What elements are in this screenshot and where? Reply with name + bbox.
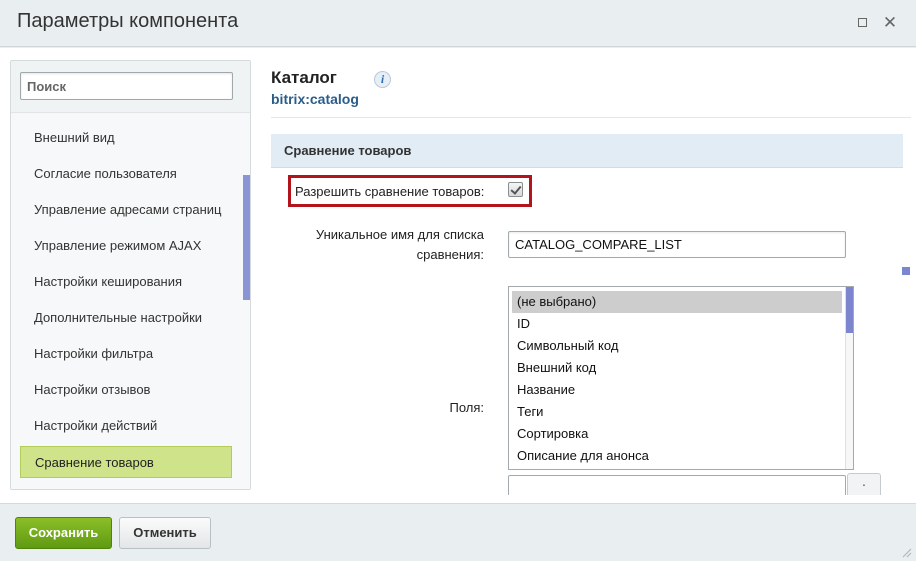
component-title: Каталог (271, 68, 337, 87)
close-icon[interactable]: ✕ (880, 13, 900, 33)
sidebar: Внешний вид Согласие пользователя Управл… (10, 60, 251, 490)
sidebar-item-url-management[interactable]: Управление адресами страниц (20, 194, 232, 226)
allow-compare-label: Разрешить сравнение товаров: (295, 184, 485, 199)
resize-grip-icon[interactable] (900, 546, 912, 558)
cancel-button[interactable]: Отменить (119, 517, 211, 549)
listbox-scrollbar[interactable] (846, 287, 853, 333)
sidebar-item-user-consent[interactable]: Согласие пользователя (20, 158, 232, 190)
sidebar-item-filter[interactable]: Настройки фильтра (20, 338, 232, 370)
sidebar-nav: Внешний вид Согласие пользователя Управл… (11, 114, 250, 489)
next-field-input[interactable] (508, 475, 846, 495)
sidebar-item-ajax-mode[interactable]: Управление режимом AJAX (20, 230, 232, 262)
fields-listbox[interactable]: (не выбрано) ID Символьный код Внешний к… (508, 286, 854, 470)
component-code: bitrix:catalog (271, 91, 359, 107)
sidebar-item-caching[interactable]: Настройки кеширования (20, 266, 232, 298)
sidebar-item-actions[interactable]: Настройки действий (20, 410, 232, 442)
search-input[interactable] (20, 72, 233, 100)
unique-name-label-line2: сравнения: (416, 247, 484, 262)
list-item[interactable]: Описание для анонса (512, 445, 842, 467)
fields-label: Поля: (449, 400, 484, 415)
allow-compare-row: Разрешить сравнение товаров: (288, 175, 532, 207)
sidebar-item-compare[interactable]: Сравнение товаров (20, 446, 232, 478)
sidebar-item-appearance[interactable]: Внешний вид (20, 122, 232, 154)
list-item[interactable]: Название (512, 379, 842, 401)
section-title: Сравнение товаров (271, 134, 903, 168)
sidebar-scrollbar[interactable] (243, 175, 250, 300)
list-item[interactable]: Теги (512, 401, 842, 423)
main-panel: Каталог i bitrix:catalog Сравнение товар… (271, 48, 911, 503)
maximize-icon[interactable] (852, 13, 872, 33)
list-item[interactable]: Символьный код (512, 335, 842, 357)
title-bar: Параметры компонента ✕ (0, 0, 916, 47)
info-icon[interactable]: i (374, 71, 391, 88)
more-button[interactable]: · (847, 473, 881, 495)
sidebar-item-additional[interactable]: Дополнительные настройки (20, 302, 232, 334)
save-button[interactable]: Сохранить (15, 517, 112, 549)
dialog-content: Внешний вид Согласие пользователя Управл… (0, 48, 916, 503)
window-title: Параметры компонента (17, 10, 239, 32)
panel-scrollbar[interactable] (902, 267, 910, 275)
sidebar-item-reviews[interactable]: Настройки отзывов (20, 374, 232, 406)
unique-name-label: Уникальное имя для списка сравнения: (271, 225, 484, 265)
search-area (11, 61, 250, 113)
allow-compare-checkbox[interactable] (508, 182, 523, 197)
divider (271, 117, 911, 118)
list-item[interactable]: (не выбрано) (512, 291, 842, 313)
unique-name-label-line1: Уникальное имя для списка (315, 227, 484, 242)
footer: Сохранить Отменить (0, 503, 916, 561)
list-item[interactable]: Внешний код (512, 357, 842, 379)
list-item[interactable]: Сортировка (512, 423, 842, 445)
unique-name-input[interactable]: CATALOG_COMPARE_LIST (508, 231, 846, 258)
list-item[interactable]: ID (512, 313, 842, 335)
